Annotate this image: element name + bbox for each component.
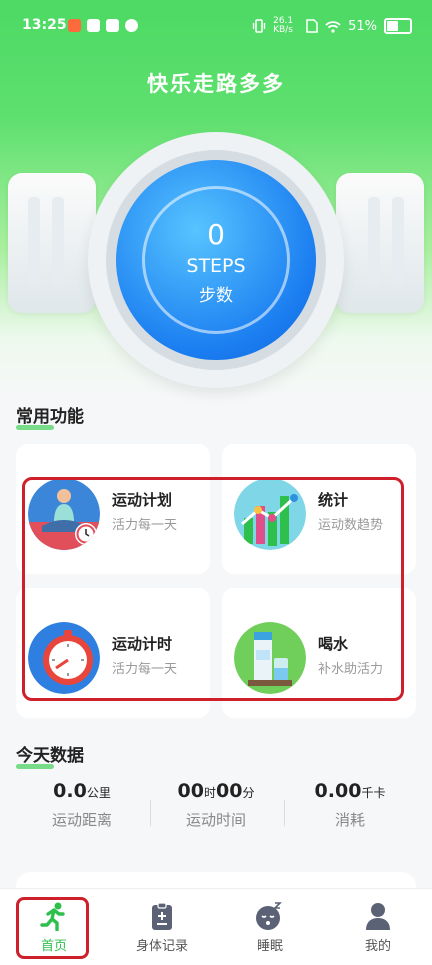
battery-percent: 51%: [348, 18, 377, 34]
battery-icon: [384, 18, 412, 34]
app-title: 快乐走路多多: [147, 72, 285, 96]
features-section-title: 常用功能: [16, 402, 84, 430]
today-section-title: 今天数据: [16, 741, 84, 769]
watch-strap-left: [8, 173, 96, 313]
stat-duration: 00时00分 运动时间: [144, 780, 288, 830]
stat-label: 运动距离: [51, 811, 112, 829]
stat-unit: 分: [242, 786, 255, 800]
stat-value: 0.00: [314, 780, 362, 802]
status-time: 13:25: [22, 17, 67, 33]
stat-calories: 0.00千卡 消耗: [278, 780, 422, 830]
profile-icon: [366, 903, 390, 930]
stat-unit: 千卡: [361, 786, 386, 800]
wifi-icon: [325, 20, 341, 33]
watch-strap-right: [336, 173, 424, 313]
mail-icon: [87, 19, 100, 32]
network-speed: 26.1 KB/s: [273, 16, 294, 35]
vibrate-icon: [252, 19, 266, 33]
stat-label: 消耗: [334, 811, 365, 829]
sim-icon: [306, 19, 318, 33]
tab-label: 睡眠: [256, 939, 283, 954]
clipboard-icon: [152, 902, 172, 930]
steps-label-zh: 步数: [199, 286, 233, 306]
tab-label: 身体记录: [135, 939, 188, 954]
app-notification-icon: [106, 19, 119, 32]
step-count: 0: [207, 218, 225, 251]
app-notification-icon: [125, 19, 138, 32]
system-icons: 26.1 KB/s 51%: [252, 17, 412, 35]
status-bar: 13:25 26.1 KB/s 51%: [0, 0, 432, 52]
stat-value: 0.0: [53, 780, 87, 802]
stat-unit: 公里: [86, 786, 111, 800]
tab-body-record[interactable]: 身体记录: [108, 889, 216, 965]
tab-profile[interactable]: 我的: [324, 889, 432, 965]
stat-label: 运动时间: [185, 811, 246, 829]
features-highlight-box: [22, 477, 404, 701]
stat-divider: [150, 800, 151, 826]
stat-unit: 时: [203, 786, 216, 800]
stat-divider: [284, 800, 285, 826]
tab-label: 我的: [364, 939, 391, 954]
stat-distance: 0.0公里 运动距离: [10, 780, 154, 830]
stat-hours: 00: [177, 780, 204, 802]
notification-icon: [68, 19, 81, 32]
stat-minutes: 00: [216, 780, 243, 802]
tab-sleep[interactable]: 睡眠: [216, 889, 324, 965]
today-stats: 0.0公里 运动距离 00时00分 运动时间 0.00千卡 消耗: [0, 780, 432, 850]
sleep-icon: [256, 902, 282, 930]
steps-label-en: STEPS: [186, 255, 246, 277]
home-tab-highlight-box: [16, 897, 89, 959]
